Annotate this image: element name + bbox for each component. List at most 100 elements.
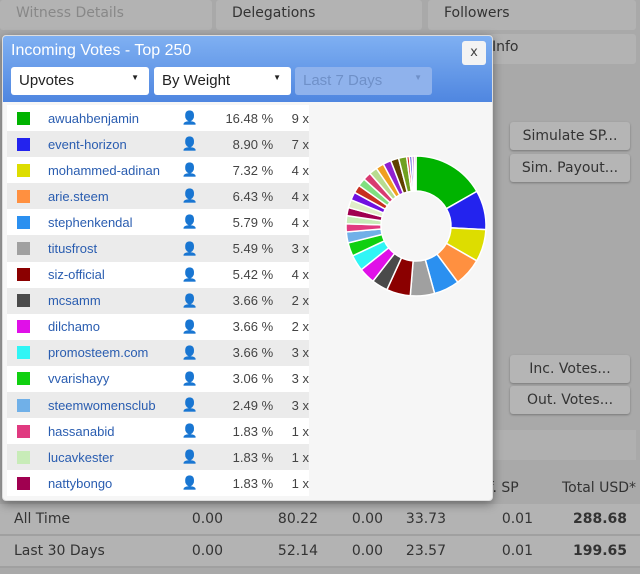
list-item: hassanabid 👤 1.83 % 1 x bbox=[7, 418, 310, 445]
voter-link[interactable]: lucavkester bbox=[48, 450, 182, 465]
period-select: Last 7 Days ▼ bbox=[295, 67, 432, 95]
vote-count: 1 x bbox=[291, 475, 310, 491]
user-icon[interactable]: 👤 bbox=[181, 267, 211, 283]
voter-link[interactable]: steemwomensclub bbox=[48, 398, 182, 413]
table-row: All Time 0.00 80.22 0.00 33.73 0.01 288.… bbox=[0, 504, 640, 536]
user-icon[interactable]: 👤 bbox=[181, 449, 211, 465]
vote-count: 3 x bbox=[291, 371, 310, 387]
vote-count: 4 x bbox=[291, 188, 310, 204]
vote-count: 2 x bbox=[291, 293, 310, 309]
tab-followers[interactable]: Followers bbox=[428, 0, 636, 30]
color-swatch bbox=[17, 189, 30, 203]
vote-percent: 3.06 % bbox=[232, 371, 274, 387]
cell: 288.68 bbox=[572, 511, 627, 527]
user-icon[interactable]: 👤 bbox=[181, 397, 211, 413]
list-item: dilchamo 👤 3.66 % 2 x bbox=[7, 313, 309, 340]
list-item: lucavkester 👤 1.83 % 1 x bbox=[7, 444, 309, 471]
close-button[interactable]: x bbox=[462, 41, 486, 65]
cell: 33.73 bbox=[405, 511, 446, 527]
vote-percent: 1.83 % bbox=[232, 475, 274, 491]
vote-percent: 7.32 % bbox=[232, 162, 274, 178]
list-item: event-horizon 👤 8.90 % 7 x bbox=[7, 131, 309, 158]
color-swatch bbox=[17, 398, 30, 412]
voter-link[interactable]: dilchamo bbox=[48, 319, 182, 334]
user-icon[interactable]: 👤 bbox=[181, 214, 211, 230]
vote-count: 3 x bbox=[291, 397, 310, 413]
color-swatch bbox=[17, 372, 30, 386]
vote-percent: 1.83 % bbox=[232, 423, 274, 439]
user-icon[interactable]: 👤 bbox=[181, 188, 211, 204]
user-icon[interactable]: 👤 bbox=[181, 110, 211, 126]
list-item: arie.steem 👤 6.43 % 4 x bbox=[7, 183, 310, 210]
list-item: nattybongo 👤 1.83 % 1 x bbox=[7, 470, 310, 497]
user-icon[interactable]: 👤 bbox=[181, 423, 211, 439]
vote-count: 1 x bbox=[291, 423, 310, 439]
summary-table: All Time 0.00 80.22 0.00 33.73 0.01 288.… bbox=[0, 500, 640, 568]
tab-info[interactable]: Info bbox=[490, 34, 636, 64]
cell: 199.65 bbox=[572, 543, 627, 559]
voter-link[interactable]: mohammed-adinan bbox=[48, 163, 182, 178]
chevron-down-icon: ▼ bbox=[273, 73, 281, 82]
vote-count: 4 x bbox=[291, 214, 310, 230]
user-icon[interactable]: 👤 bbox=[181, 241, 211, 257]
vote-count: 4 x bbox=[291, 267, 310, 283]
sim-payout-button[interactable]: Sim. Payout... bbox=[510, 154, 630, 182]
sort-select[interactable]: By Weight ▼ bbox=[154, 67, 291, 95]
vote-percent: 16.48 % bbox=[225, 110, 274, 126]
dialog-title: Incoming Votes - Top 250 bbox=[11, 42, 192, 59]
color-swatch bbox=[17, 215, 30, 229]
out-votes-button[interactable]: Out. Votes... bbox=[510, 386, 630, 414]
voter-link[interactable]: siz-official bbox=[48, 267, 182, 282]
voter-link[interactable]: stephenkendal bbox=[48, 215, 182, 230]
user-icon[interactable]: 👤 bbox=[181, 162, 211, 178]
cell: 0.01 bbox=[501, 511, 533, 527]
select-value: Last 7 Days bbox=[303, 72, 383, 89]
vote-percent: 2.49 % bbox=[232, 397, 274, 413]
voter-link[interactable]: vvarishayy bbox=[48, 371, 182, 386]
vote-count: 3 x bbox=[291, 345, 310, 361]
vote-count: 4 x bbox=[291, 162, 310, 178]
tab-witness-details[interactable]: Witness Details bbox=[0, 0, 212, 30]
cell: 0.01 bbox=[501, 543, 533, 559]
incoming-votes-dialog: Incoming Votes - Top 250 x Upvotes ▼ By W… bbox=[2, 35, 493, 501]
voter-link[interactable]: hassanabid bbox=[48, 424, 182, 439]
user-icon[interactable]: 👤 bbox=[181, 371, 211, 387]
row-label: All Time bbox=[14, 511, 71, 527]
color-swatch bbox=[17, 450, 30, 464]
inc-votes-button[interactable]: Inc. Votes... bbox=[510, 355, 630, 383]
voter-link[interactable]: mcsamm bbox=[48, 293, 182, 308]
vote-percent: 5.42 % bbox=[232, 267, 274, 283]
voter-link[interactable]: titusfrost bbox=[48, 241, 182, 256]
user-icon[interactable]: 👤 bbox=[181, 136, 211, 152]
list-item: mohammed-adinan 👤 7.32 % 4 x bbox=[7, 157, 310, 184]
chevron-down-icon: ▼ bbox=[131, 73, 139, 82]
list-item: mcsamm 👤 3.66 % 2 x bbox=[7, 287, 310, 314]
color-swatch bbox=[17, 137, 30, 151]
user-icon[interactable]: 👤 bbox=[181, 345, 211, 361]
voter-link[interactable]: arie.steem bbox=[48, 189, 182, 204]
cell: 80.22 bbox=[277, 511, 318, 527]
vote-count: 3 x bbox=[291, 241, 310, 257]
list-item: stephenkendal 👤 5.79 % 4 x bbox=[7, 209, 310, 236]
vote-type-select[interactable]: Upvotes ▼ bbox=[11, 67, 149, 95]
voter-list: awuahbenjamin 👤 16.48 % 9 x event-horizo… bbox=[7, 105, 310, 497]
chevron-down-icon: ▼ bbox=[414, 73, 422, 82]
user-icon[interactable]: 👤 bbox=[181, 475, 211, 491]
voter-link[interactable]: nattybongo bbox=[48, 476, 182, 491]
cell: 0.00 bbox=[191, 511, 223, 527]
color-swatch bbox=[17, 476, 30, 490]
simulate-sp-button[interactable]: Simulate SP... bbox=[510, 122, 630, 150]
voter-link[interactable]: event-horizon bbox=[48, 137, 182, 152]
list-item: vvarishayy 👤 3.06 % 3 x bbox=[7, 365, 310, 393]
list-item: promosteem.com 👤 3.66 % 3 x bbox=[7, 339, 310, 366]
color-swatch bbox=[17, 320, 30, 334]
voter-link[interactable]: awuahbenjamin bbox=[48, 111, 182, 126]
tab-delegations[interactable]: Delegations bbox=[216, 0, 422, 30]
vote-count: 9 x bbox=[291, 110, 310, 126]
color-swatch bbox=[17, 424, 30, 438]
user-icon[interactable]: 👤 bbox=[181, 319, 211, 335]
vote-percent: 5.49 % bbox=[232, 241, 274, 257]
vote-percent: 6.43 % bbox=[232, 188, 274, 204]
voter-link[interactable]: promosteem.com bbox=[48, 345, 182, 360]
user-icon[interactable]: 👤 bbox=[181, 293, 211, 309]
